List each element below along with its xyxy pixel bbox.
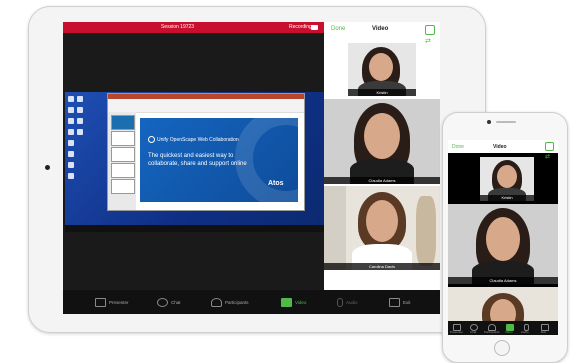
iphone-done-button[interactable]: Done (452, 144, 464, 150)
screen-share-icon (95, 297, 106, 307)
participant-name: Kristin (348, 89, 416, 96)
slide-title: Unify OpenScape Web Collaboration (157, 136, 239, 143)
desktop-icon (68, 140, 74, 146)
participant-face (366, 200, 398, 242)
desktop-icon (77, 129, 83, 135)
slide-subtitle: The quickest and easiest way to collabor… (148, 153, 247, 167)
desktop-icon (68, 129, 74, 135)
desktop-icon (68, 151, 74, 157)
exit-icon (389, 297, 400, 307)
toolbar-video[interactable]: Video (281, 295, 306, 309)
slide-brand-logo: Atos (268, 180, 284, 187)
toolbar-exit[interactable]: Exit (389, 295, 411, 309)
done-button[interactable]: Done (331, 26, 345, 32)
participant-name: Claudia Adams (448, 277, 558, 284)
toolbar-audio[interactable]: Audio (337, 295, 358, 309)
iphone-video-tile[interactable]: Claudia Adams (448, 204, 558, 284)
iphone-speaker (496, 121, 516, 123)
video-panel-title: Video (372, 26, 389, 32)
desktop-taskbar (65, 225, 324, 232)
toolbar-chat[interactable]: Chat (157, 295, 181, 309)
participant-name: Claudia Adams (324, 177, 440, 184)
iphone-home-button[interactable] (494, 340, 510, 356)
iphone-video-tile[interactable] (448, 287, 558, 321)
desktop-icon (68, 96, 74, 102)
iphone-header: Done Video ⇄ (448, 140, 558, 160)
meeting-status-bar: Session 19723 Recording (63, 22, 324, 33)
desktop-icon (68, 162, 74, 168)
camera-toggle-icon[interactable] (545, 142, 554, 151)
video-panel: Done Video ⇄ Kristin Claudia Adams Carol… (324, 22, 440, 290)
video-tile[interactable]: Claudia Adams (324, 99, 440, 184)
video-tile[interactable]: Carolina Davis (324, 186, 440, 270)
participant-face (364, 113, 400, 159)
slide-thumbnail[interactable] (111, 115, 135, 130)
desktop-icon (68, 107, 74, 113)
desktop-icon (68, 173, 74, 179)
slide-thumbnails (108, 112, 136, 210)
video-panel-header: Done Video ⇄ (324, 22, 440, 45)
chat-icon (157, 297, 168, 307)
meeting-title: Session 19723 (161, 24, 195, 30)
desktop-icon (77, 96, 83, 102)
participant-face (497, 165, 517, 188)
recording-label: Recording (289, 24, 312, 30)
camera-toggle-icon[interactable] (425, 25, 435, 35)
meeting-toolbar: Presenter Chat Participants Video Audio … (63, 290, 440, 314)
slide-thumbnail[interactable] (111, 131, 135, 146)
current-slide: Unify OpenScape Web Collaboration The qu… (140, 118, 298, 202)
ipad-screen: Session 19723 Recording Unify OpenScape … (63, 22, 440, 314)
switch-camera-icon[interactable]: ⇄ (545, 153, 550, 160)
iphone-video-tile-small[interactable]: Kristin (480, 157, 534, 201)
video-camera-icon (281, 297, 292, 307)
participant-face (490, 299, 516, 321)
slide-thumbnail[interactable] (111, 147, 135, 162)
iphone-title: Video (493, 144, 507, 150)
ipad-camera (45, 165, 50, 170)
participant-face (369, 53, 393, 81)
unify-logo-icon (148, 136, 155, 143)
participants-icon (211, 297, 222, 307)
presentation-window: Unify OpenScape Web Collaboration The qu… (107, 93, 305, 211)
iphone-camera (487, 120, 491, 124)
switch-camera-icon[interactable]: ⇄ (425, 37, 431, 45)
participant-name: Carolina Davis (324, 263, 440, 270)
desktop-icon (77, 118, 83, 124)
slide-thumbnail[interactable] (111, 163, 135, 178)
app-ribbon (108, 99, 304, 113)
iphone-toolbar: Presenter Chat Participants Video Audio … (448, 321, 558, 335)
camera-status-icon (311, 25, 318, 30)
desktop-icon (77, 107, 83, 113)
video-tile-small[interactable]: Kristin (348, 43, 416, 96)
slide-thumbnail[interactable] (111, 179, 135, 194)
screen-share-area[interactable]: Session 19723 Recording Unify OpenScape … (63, 22, 324, 290)
participant-face (486, 217, 520, 261)
toolbar-presenter[interactable]: Presenter (95, 295, 129, 309)
participant-name: Kristin (480, 195, 534, 201)
iphone-screen: Done Video ⇄ Kristin Claudia Adams Prese… (448, 140, 558, 335)
desktop-icon (68, 118, 74, 124)
toolbar-participants[interactable]: Participants (211, 295, 249, 309)
microphone-icon (337, 297, 343, 307)
